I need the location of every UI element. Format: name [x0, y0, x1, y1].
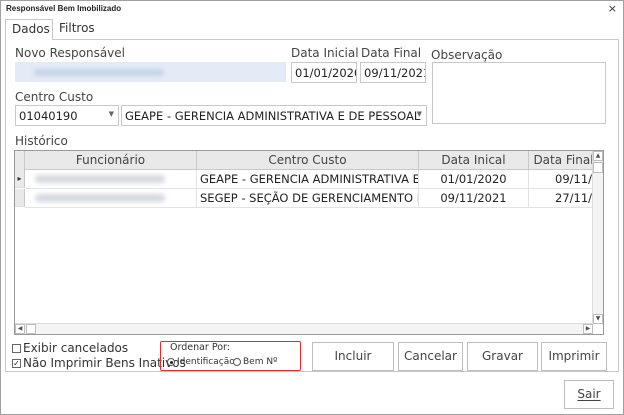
funcionario-cell — [25, 170, 197, 189]
ordenar-identificacao-radio[interactable]: Identificação — [167, 357, 235, 367]
row-pointer-icon: ▸ — [15, 170, 25, 188]
tab-filtros[interactable]: Filtros — [53, 19, 103, 40]
title-bar: Responsável Bem Imobilizado × — [1, 1, 623, 18]
identificacao-label: Identificação — [177, 357, 235, 367]
scroll-up-icon[interactable]: ▲ — [593, 151, 603, 161]
ordenar-bem-radio[interactable]: Bem Nº — [233, 357, 277, 367]
data-final-cell: 09/11/2021 — [529, 170, 593, 189]
centro-custo-cell: GEAPE - GERENCIA ADMINISTRATIVA E DE PES… — [197, 170, 419, 189]
data-inicial-cell: 01/01/2020 — [419, 170, 529, 189]
gravar-button[interactable]: Gravar — [467, 342, 538, 371]
scroll-left-icon[interactable]: ◀ — [15, 324, 25, 334]
bem-numero-label: Bem Nº — [243, 357, 278, 367]
vertical-scrollbar[interactable]: ▲ ▼ — [592, 151, 603, 324]
cancelar-button[interactable]: Cancelar — [398, 342, 463, 371]
data-inicial-label: Data Inicial — [291, 46, 359, 60]
incluir-button[interactable]: Incluir — [312, 342, 394, 371]
exibir-cancelados-checkbox[interactable]: Exibir cancelados — [12, 341, 128, 355]
historico-grid[interactable]: Funcionário Centro Custo Data Inical Dat… — [14, 150, 604, 335]
window-title: Responsável Bem Imobilizado — [6, 4, 122, 13]
tab-panel-dados: Novo Responsável Data Inicial 01/01/2020… — [5, 39, 619, 372]
exibir-cancelados-label: Exibir cancelados — [23, 341, 129, 355]
data-final-input[interactable]: 09/11/2021 — [360, 62, 426, 83]
centro-custo-label: Centro Custo — [15, 90, 94, 104]
centro-custo-code-combo[interactable]: 01040190 ▼ — [15, 105, 119, 126]
centro-custo-name-value: GEAPE - GERENCIA ADMINISTRATIVA E DE PES… — [125, 109, 421, 123]
scroll-down-icon[interactable]: ▼ — [593, 314, 603, 324]
data-final-label: Data Final — [361, 46, 422, 60]
tab-dados[interactable]: Dados — [5, 19, 53, 40]
novo-responsavel-input[interactable] — [15, 62, 286, 82]
centro-custo-name-combo[interactable]: GEAPE - GERENCIA ADMINISTRATIVA E DE PES… — [121, 105, 427, 126]
column-header-centro-custo[interactable]: Centro Custo — [197, 151, 419, 170]
imprimir-button[interactable]: Imprimir — [541, 342, 607, 371]
data-final-cell: 27/11/2021 — [529, 189, 593, 208]
tab-strip: Dados Filtros — [5, 19, 619, 40]
historico-label: Histórico — [15, 134, 68, 148]
column-header-data-final[interactable]: Data Final — [529, 151, 599, 170]
dialog-window: Responsável Bem Imobilizado × Dados Filt… — [0, 0, 624, 415]
chevron-down-icon[interactable]: ▼ — [417, 110, 422, 118]
observacao-label: Observação — [431, 48, 503, 62]
redacted-name — [35, 194, 165, 202]
funcionario-cell — [25, 189, 197, 208]
checkbox-checked-icon[interactable]: ✓ — [12, 358, 21, 368]
column-header-funcionario[interactable]: Funcionário — [25, 151, 197, 170]
ordenar-por-legend: Ordenar Por: — [169, 342, 232, 353]
radio-selected-icon[interactable] — [167, 358, 175, 366]
ordenar-por-group: Ordenar Por: Identificação Bem Nº — [160, 341, 301, 371]
table-row[interactable]: SEGEP - SEÇÃO DE GERENCIAMENTO DE PESSOA… — [15, 189, 593, 208]
sair-button[interactable]: Sair — [564, 380, 614, 409]
sair-label: Sair — [577, 387, 601, 401]
centro-custo-code-value: 01040190 — [19, 109, 78, 123]
table-row[interactable]: ▸ GEAPE - GERENCIA ADMINISTRATIVA E DE P… — [15, 170, 593, 189]
row-indicator — [15, 189, 25, 207]
observacao-textarea[interactable] — [432, 62, 606, 124]
grid-header: Funcionário Centro Custo Data Inical Dat… — [15, 151, 599, 170]
redacted-name — [35, 175, 165, 183]
data-inicial-input[interactable]: 01/01/2020 — [291, 62, 357, 83]
horizontal-scrollbar[interactable]: ◀ ▶ — [15, 323, 593, 334]
close-icon[interactable]: × — [608, 2, 617, 15]
novo-responsavel-label: Novo Responsável — [15, 46, 125, 60]
radio-unselected-icon[interactable] — [233, 358, 241, 366]
data-inicial-cell: 09/11/2021 — [419, 189, 529, 208]
checkbox-unchecked-icon[interactable] — [12, 343, 21, 353]
centro-custo-cell: SEGEP - SEÇÃO DE GERENCIAMENTO DE PESSOA… — [197, 189, 419, 208]
vertical-scroll-thumb[interactable] — [593, 162, 603, 173]
chevron-down-icon[interactable]: ▼ — [109, 110, 114, 118]
horizontal-scroll-thumb[interactable] — [26, 324, 36, 334]
scroll-right-icon[interactable]: ▶ — [583, 324, 593, 334]
redacted-name — [34, 69, 164, 76]
grid-corner — [15, 151, 25, 170]
column-header-data-inicial[interactable]: Data Inical — [419, 151, 529, 170]
